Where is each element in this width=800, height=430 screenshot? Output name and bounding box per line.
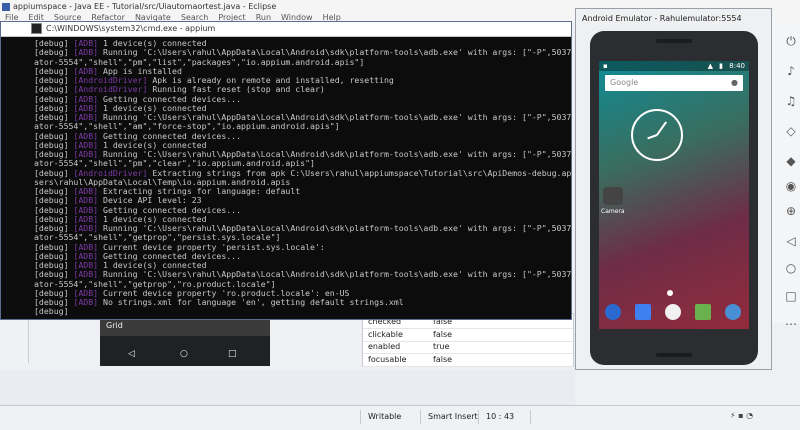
mic-icon[interactable]: ●: [731, 75, 738, 91]
google-search-bar[interactable]: Google ●: [605, 75, 743, 91]
clock-hand-minute: [656, 121, 667, 136]
signal-icon: ▲: [707, 62, 713, 70]
rotate-right-icon[interactable]: ◆: [785, 155, 797, 167]
all-apps-icon[interactable]: [665, 304, 681, 320]
eclipse-bottom-panel: [0, 370, 575, 405]
battery-icon: ▮: [719, 62, 723, 70]
cmd-icon: [31, 23, 42, 34]
property-value: false: [433, 354, 453, 364]
overview-icon[interactable]: □: [785, 290, 797, 302]
clock-hand-hour: [647, 134, 658, 140]
more-icon[interactable]: ⋯: [785, 318, 797, 330]
cmd-output: [debug] [ADB] 1 device(s) connected [debu…: [1, 37, 571, 319]
top-speaker: [656, 39, 692, 43]
device-preview: Grid ◁ ○ □: [100, 316, 270, 366]
property-value: false: [433, 329, 453, 339]
volume-down-icon[interactable]: ♫: [785, 95, 797, 107]
property-row[interactable]: focusable false: [363, 354, 573, 367]
log-line: [debug] [ADB] No strings.xml for languag…: [34, 297, 404, 307]
notification-icon: ▪: [603, 62, 608, 70]
property-key: enabled: [368, 342, 401, 351]
property-value: true: [433, 342, 450, 351]
cmd-title-bar[interactable]: C:\WINDOWS\system32\cmd.exe - appium: [1, 22, 571, 37]
emulator-title: Android Emulator - Rahulemulator:5554: [582, 14, 742, 23]
status-mode: Writable: [368, 412, 402, 421]
status-position: 10 : 43: [486, 412, 515, 421]
preview-home-icon[interactable]: ○: [180, 349, 188, 359]
system-tray: ⚡ ▪ ◔: [730, 411, 754, 420]
page-indicator: [667, 290, 673, 296]
property-row[interactable]: enabled true: [363, 341, 573, 354]
camera-app-icon[interactable]: [603, 187, 623, 205]
phone-frame: ▪ 8:40 ▮ ▲ Google ● Camera ◁: [590, 31, 758, 365]
properties-table: checked false clickable false enabled true foc…: [362, 313, 574, 367]
home-icon[interactable]: ○: [785, 262, 797, 274]
emulator-window[interactable]: Android Emulator - Rahulemulator:5554 ▪ …: [575, 8, 772, 370]
property-key: clickable: [368, 329, 403, 339]
browser-app-icon[interactable]: [725, 304, 741, 320]
phone-status-bar: ▪ 8:40 ▮ ▲: [599, 61, 749, 71]
zoom-icon[interactable]: ⊕: [785, 205, 797, 217]
status-insert: Smart Insert: [428, 412, 478, 421]
eclipse-icon: [2, 2, 10, 11]
contacts-app-icon[interactable]: [635, 304, 651, 320]
bottom-speaker: [656, 353, 692, 357]
cmd-title: C:\WINDOWS\system32\cmd.exe - appium: [46, 24, 216, 33]
property-key: focusable: [368, 354, 407, 364]
messaging-app-icon[interactable]: [695, 304, 711, 320]
log-line: [debug]: [34, 306, 69, 317]
analog-clock[interactable]: [631, 109, 683, 161]
camera-icon[interactable]: ◉: [785, 180, 797, 192]
eclipse-title: appiumspace - Java EE - Tutorial/src/Uia…: [13, 2, 277, 11]
google-search-label: Google: [610, 78, 639, 87]
preview-back-icon[interactable]: ◁: [128, 349, 135, 359]
cmd-window[interactable]: C:\WINDOWS\system32\cmd.exe - appium [de…: [0, 21, 572, 320]
phone-app-icon[interactable]: [605, 304, 621, 320]
volume-up-icon[interactable]: ♪: [785, 65, 797, 77]
back-icon[interactable]: ◁: [785, 235, 797, 247]
preview-overview-icon[interactable]: □: [228, 349, 237, 359]
property-row[interactable]: clickable false: [363, 329, 573, 342]
phone-time: 8:40: [729, 62, 745, 70]
rotate-left-icon[interactable]: ◇: [785, 125, 797, 137]
power-icon[interactable]: ⏻: [785, 35, 797, 47]
status-bar: Writable Smart Insert 10 : 43: [0, 405, 800, 430]
phone-screen[interactable]: ▪ 8:40 ▮ ▲ Google ● Camera ◁: [599, 61, 749, 329]
camera-app-label: Camera: [601, 208, 625, 215]
